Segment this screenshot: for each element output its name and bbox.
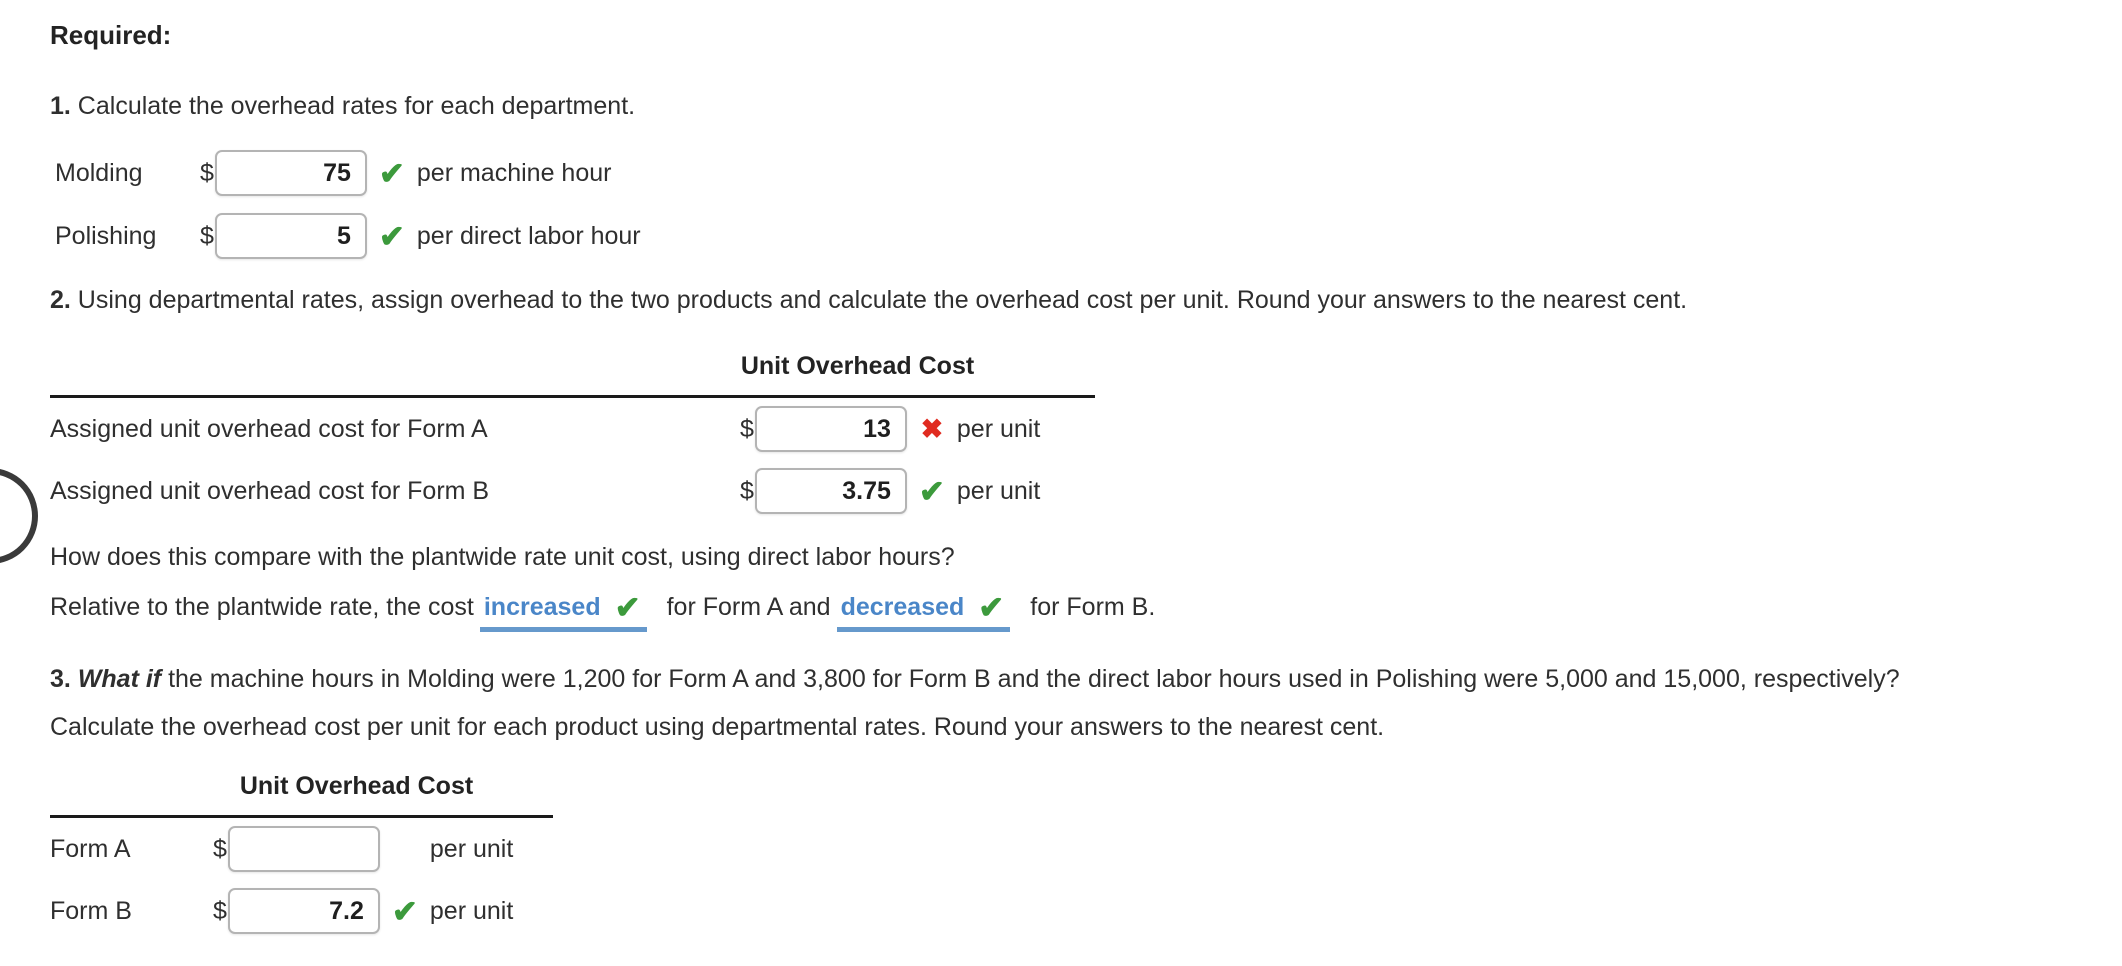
form-a-unit-label: per unit — [956, 414, 1041, 443]
molding-rate-unit-label: per machine hour — [416, 158, 612, 187]
form-b-whatif-cost-input[interactable]: 7.2 — [227, 888, 380, 934]
polishing-rate-unit-label: per direct labor hour — [416, 221, 641, 250]
compare-answer-line: Relative to the plantwide rate, the cost… — [50, 592, 1155, 632]
dropdown-form-a-value: increased — [483, 593, 601, 621]
partial-circle-artifact — [0, 468, 38, 564]
question-2-body: Using departmental rates, assign overhea… — [70, 286, 1688, 314]
molding-rate-input[interactable]: 75 — [214, 150, 367, 196]
table-row: Form B $ 7.2 ✔ per unit — [50, 880, 553, 942]
compare-question-text: How does this compare with the plantwide… — [50, 543, 955, 571]
rate-row-molding: Molding $ 75 ✔ per machine hour — [55, 150, 612, 196]
table-row: Form A $ per unit — [50, 818, 553, 880]
question-3-text-line-1: 3. What if the machine hours in Molding … — [50, 665, 1900, 694]
incorrect-cross-icon: ✖ — [920, 413, 944, 444]
form-a-unit-cost-input[interactable]: 13 — [754, 406, 907, 452]
dropdown-form-b-value: decreased — [840, 593, 965, 621]
question-2-text: 2. Using departmental rates, assign over… — [50, 286, 1687, 315]
page-title: Required: — [50, 20, 172, 50]
table-1-header: Unit Overhead Cost — [740, 352, 975, 380]
currency-symbol: $ — [740, 414, 754, 443]
dropdown-form-a-direction[interactable]: increased ✔ — [479, 590, 647, 632]
form-b-unit-label: per unit — [956, 476, 1041, 505]
form-a-whatif-cost-input[interactable] — [227, 826, 380, 872]
form-b-unit-label: per unit — [429, 896, 514, 925]
currency-symbol: $ — [200, 158, 214, 187]
question-2-number: 2. — [50, 286, 71, 314]
currency-symbol: $ — [740, 476, 754, 505]
dropdown-form-b-direction[interactable]: decreased ✔ — [836, 590, 1011, 632]
form-a-row-label: Assigned unit overhead cost for Form A — [50, 414, 488, 443]
compare-answer-trail: for Form B. — [1030, 593, 1156, 621]
form-a-row-label: Form A — [50, 834, 131, 863]
compare-answer-lead: Relative to the plantwide rate, the cost — [50, 593, 474, 621]
question-1-body: Calculate the overhead rates for each de… — [70, 92, 636, 120]
question-3-number: 3. — [50, 665, 71, 693]
polishing-rate-input[interactable]: 5 — [214, 213, 367, 259]
unit-overhead-cost-table-1: Unit Overhead Cost Assigned unit overhea… — [50, 352, 1095, 522]
table-2-header: Unit Overhead Cost — [239, 772, 474, 800]
correct-check-icon: ✔ — [614, 590, 641, 625]
form-b-row-label: Form B — [50, 896, 132, 925]
rate-row-molding-label: Molding — [55, 158, 143, 187]
correct-check-icon: ✔ — [918, 473, 945, 509]
question-3-body-1: the machine hours in Molding were 1,200 … — [161, 665, 1900, 693]
currency-symbol: $ — [213, 896, 227, 925]
currency-symbol: $ — [200, 221, 214, 250]
correct-check-icon: ✔ — [391, 893, 418, 929]
question-1-number: 1. — [50, 92, 71, 120]
form-b-unit-cost-input[interactable]: 3.75 — [754, 468, 907, 514]
form-a-unit-label: per unit — [429, 834, 514, 863]
correct-check-icon: ✔ — [378, 155, 405, 191]
question-3-text-line-2: Calculate the overhead cost per unit for… — [50, 713, 1385, 741]
worksheet-page: Required: 1. Calculate the overhead rate… — [0, 0, 2122, 966]
unit-overhead-cost-table-2: Unit Overhead Cost Form A $ per unit For… — [50, 772, 553, 942]
correct-check-icon: ✔ — [378, 218, 405, 254]
compare-answer-middle: for Form A and — [666, 593, 831, 621]
table-row: Assigned unit overhead cost for Form A $… — [50, 398, 1095, 460]
question-3-emphasis: What if — [77, 665, 162, 693]
correct-check-icon: ✔ — [978, 590, 1005, 625]
form-b-row-label: Assigned unit overhead cost for Form B — [50, 476, 490, 505]
question-1-text: 1. Calculate the overhead rates for each… — [50, 92, 635, 121]
rate-row-polishing-label: Polishing — [55, 221, 157, 250]
table-row: Assigned unit overhead cost for Form B $… — [50, 460, 1095, 522]
currency-symbol: $ — [213, 834, 227, 863]
rate-row-polishing: Polishing $ 5 ✔ per direct labor hour — [55, 213, 641, 259]
